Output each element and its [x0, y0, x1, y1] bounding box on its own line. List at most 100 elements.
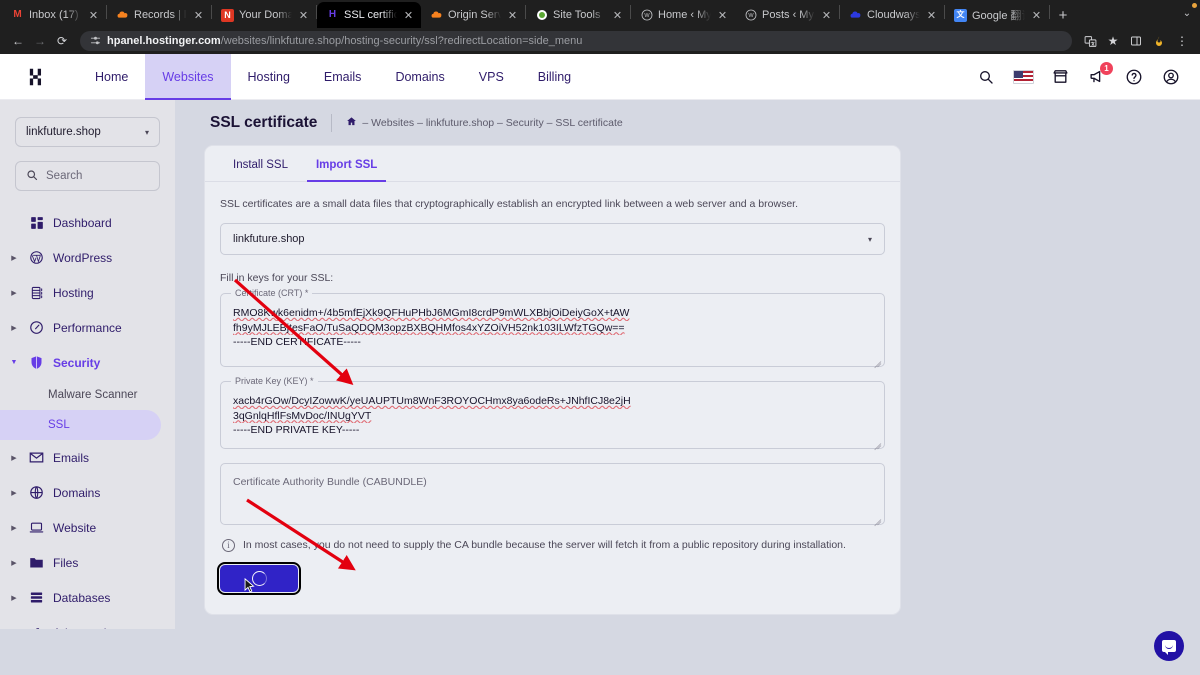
chevron-right-icon: ▶ — [11, 559, 17, 567]
tab-close-icon[interactable]: ✕ — [506, 9, 519, 22]
wordpress-icon — [27, 250, 46, 265]
search-icon[interactable] — [975, 66, 997, 88]
tab-import-ssl[interactable]: Import SSL — [306, 146, 387, 182]
chevron-right-icon: ▶ — [11, 324, 17, 332]
tab-close-icon[interactable]: ✕ — [611, 9, 624, 22]
sidebar-item-label: Databases — [53, 590, 111, 605]
domain-select-dropdown[interactable]: linkfuture.shop ▾ — [220, 223, 885, 255]
chevron-right-icon: ▶ — [11, 524, 17, 532]
nav-item-home[interactable]: Home — [78, 54, 145, 100]
help-circle-icon[interactable] — [1123, 66, 1145, 88]
tab-close-icon[interactable]: ✕ — [297, 9, 310, 22]
gauge-icon — [27, 320, 46, 335]
browser-tab-6[interactable]: Site Tools ✕ — [526, 2, 630, 28]
sidebar-nav: Dashboard ▶ WordPress ▶ Hosting ▶ Perfor… — [0, 205, 175, 629]
nav-item-billing[interactable]: Billing — [521, 54, 588, 100]
sidebar-item-website[interactable]: ▶ Website — [0, 510, 175, 545]
chevron-down-icon: ▼ — [10, 359, 18, 366]
nav-item-vps[interactable]: VPS — [462, 54, 521, 100]
translate-icon[interactable] — [1080, 31, 1100, 51]
browser-tab-1[interactable]: M Inbox (17) - michae ✕ — [2, 2, 106, 28]
nav-item-websites[interactable]: Websites — [145, 53, 231, 100]
sidebar: linkfuture.shop ▾ Search Dashboard ▶ Wor… — [0, 100, 175, 629]
sidebar-item-dashboard[interactable]: Dashboard — [0, 205, 175, 240]
sidebar-item-label: Security — [53, 355, 101, 370]
certificate-crt-field[interactable]: Certificate (CRT) * RMO8Kwk6enidm+/4b5mf… — [220, 288, 885, 367]
sidebar-item-security[interactable]: ▼ Security — [0, 345, 175, 380]
chevron-right-icon: ▶ — [11, 489, 17, 497]
svg-text:W: W — [748, 13, 754, 19]
chat-widget-button[interactable] — [1154, 631, 1184, 661]
notifications-megaphone-icon[interactable]: 1 — [1086, 61, 1113, 88]
browser-tab-7[interactable]: W Home ‹ My WordPr ✕ — [631, 2, 735, 28]
sidebar-item-advanced[interactable]: ▶ Advanced — [0, 615, 175, 629]
browser-tab-2[interactable]: Records | linkfuture ✕ — [107, 2, 211, 28]
nav-item-emails[interactable]: Emails — [307, 54, 379, 100]
store-icon[interactable] — [1049, 66, 1071, 88]
tab-close-icon[interactable]: ✕ — [820, 9, 833, 22]
browser-tab-8[interactable]: W Posts ‹ My WordPr ✕ — [735, 2, 839, 28]
import-button[interactable] — [217, 561, 301, 595]
sidebar-item-domains[interactable]: ▶ Domains — [0, 475, 175, 510]
user-account-icon[interactable] — [1160, 66, 1182, 88]
chevron-right-icon: ▶ — [11, 254, 17, 262]
primary-nav: Home Websites Hosting Emails Domains VPS… — [78, 53, 588, 100]
flame-extension-icon[interactable] — [1149, 31, 1169, 51]
nav-item-domains[interactable]: Domains — [378, 54, 461, 100]
search-icon — [26, 169, 38, 184]
resize-handle[interactable] — [872, 355, 881, 364]
cabundle-note: i In most cases, you do not need to supp… — [222, 538, 885, 552]
browser-tab-3[interactable]: N Your Domains liste ✕ — [212, 2, 316, 28]
resize-handle[interactable] — [872, 513, 881, 522]
resize-handle[interactable] — [872, 437, 881, 446]
browser-tab-10[interactable]: 文 Google 翻译 ✕ — [945, 2, 1049, 28]
hostinger-icon: H — [328, 9, 337, 20]
sidebar-item-wordpress[interactable]: ▶ WordPress — [0, 240, 175, 275]
browser-tab-9[interactable]: Cloudways | Next-G ✕ — [840, 2, 944, 28]
bookmark-star-icon[interactable]: ★ — [1103, 31, 1123, 51]
address-bar[interactable]: hpanel.hostinger.com/websites/linkfuture… — [80, 31, 1072, 51]
back-icon[interactable]: ← — [8, 31, 28, 51]
private-key-field[interactable]: Private Key (KEY) * xacb4rGOw/DcyIZowwK/… — [220, 376, 885, 449]
tab-close-icon[interactable]: ✕ — [925, 9, 938, 22]
sidebar-subitem-ssl[interactable]: SSL — [0, 410, 161, 440]
envelope-icon — [27, 450, 46, 465]
chat-smile — [1165, 645, 1173, 649]
home-icon[interactable] — [346, 116, 357, 130]
tab-title: SSL certificate | Ho — [344, 9, 397, 21]
us-flag-icon[interactable] — [1012, 66, 1034, 88]
tab-close-icon[interactable]: ✕ — [87, 9, 100, 22]
tab-close-icon[interactable]: ✕ — [402, 9, 415, 22]
sidebar-item-label: Hosting — [53, 285, 94, 300]
site-settings-icon[interactable] — [90, 35, 101, 48]
sidebar-item-performance[interactable]: ▶ Performance — [0, 310, 175, 345]
chevron-right-icon: ▶ — [11, 289, 17, 297]
sidebar-subitem-malware-scanner[interactable]: Malware Scanner — [0, 380, 175, 410]
tab-close-icon[interactable]: ✕ — [192, 9, 205, 22]
reload-icon[interactable]: ⟳ — [52, 31, 72, 51]
sidebar-item-hosting[interactable]: ▶ Hosting — [0, 275, 175, 310]
app-header: Home Websites Hosting Emails Domains VPS… — [0, 53, 1200, 100]
sidebar-item-databases[interactable]: ▶ Databases — [0, 580, 175, 615]
tab-install-ssl[interactable]: Install SSL — [224, 146, 297, 181]
site-selector-dropdown[interactable]: linkfuture.shop ▾ — [15, 117, 160, 147]
info-icon: i — [222, 538, 235, 552]
namecheap-icon: N — [221, 8, 234, 22]
sidebar-item-files[interactable]: ▶ Files — [0, 545, 175, 580]
side-panel-icon[interactable] — [1126, 31, 1146, 51]
tab-close-icon[interactable]: ✕ — [716, 9, 729, 22]
tab-close-icon[interactable]: ✕ — [1030, 9, 1043, 22]
forward-icon[interactable]: → — [30, 31, 50, 51]
certificate-crt-line-2: fh9yMJLEBjtesFaO/TuSaQDQM3opzBXBQHMfos4x… — [233, 321, 872, 336]
hostinger-logo[interactable] — [26, 64, 52, 90]
sidebar-search-input[interactable]: Search — [15, 161, 160, 191]
browser-tab-4-active[interactable]: H SSL certificate | Ho ✕ — [317, 2, 421, 28]
browser-tab-5[interactable]: Origin Server | link ✕ — [421, 2, 525, 28]
cabundle-note-text: In most cases, you do not need to supply… — [243, 538, 846, 551]
browser-menu-icon[interactable]: ⋮ — [1172, 31, 1192, 51]
new-tab-button[interactable]: + — [1050, 2, 1076, 28]
nav-item-hosting[interactable]: Hosting — [231, 54, 307, 100]
fill-keys-label: Fill in keys for your SSL: — [220, 272, 334, 284]
sidebar-item-emails[interactable]: ▶ Emails — [0, 440, 175, 475]
cabundle-field[interactable]: Certificate Authority Bundle (CABUNDLE) — [220, 462, 885, 525]
